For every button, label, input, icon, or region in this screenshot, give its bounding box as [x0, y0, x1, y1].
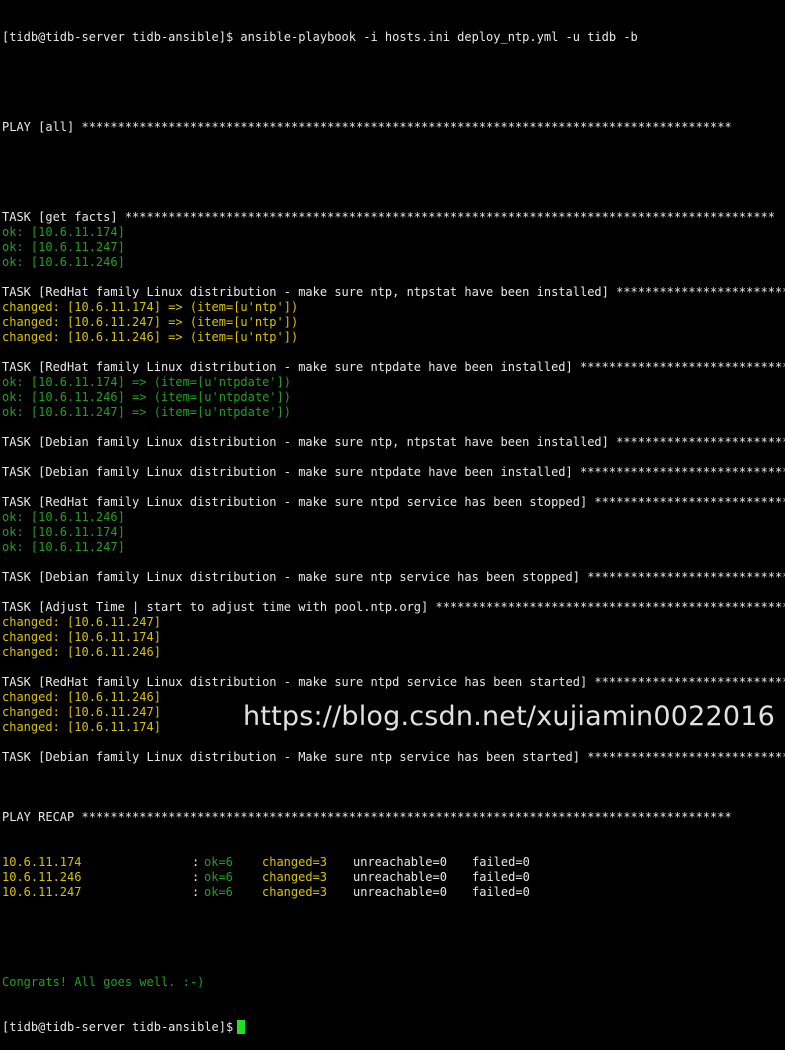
task-result-line: ok: [10.6.11.174] => (item=[u'ntpdate']): [2, 375, 291, 389]
terminal-output[interactable]: [tidb@tidb-server tidb-ansible]$ ansible…: [2, 0, 785, 1050]
recap-unreachable: unreachable=0: [353, 870, 447, 884]
task-result-line: changed: [10.6.11.246] => (item=[u'ntp']…: [2, 330, 299, 344]
task-header: TASK [RedHat family Linux distribution -…: [2, 495, 785, 509]
recap-unreachable: unreachable=0: [353, 855, 447, 869]
watermark: https://blog.csdn.net/xujiamin0022016: [242, 701, 775, 732]
recap-row: 10.6.11.174: ok=6 changed=3 unreachable=0 fa…: [2, 855, 785, 870]
recap-host: 10.6.11.174: [2, 855, 82, 869]
recap-ok: ok=6: [204, 870, 233, 884]
recap-sep: :: [192, 885, 200, 899]
task-header: TASK [Debian family Linux distribution -…: [2, 750, 785, 764]
task-result-line: ok: [10.6.11.174]: [2, 225, 125, 239]
task-header: TASK [get facts] ***********************…: [2, 210, 776, 224]
recap-row: 10.6.11.246: ok=6 changed=3 unreachable=0 fa…: [2, 870, 785, 885]
recap-sep: :: [192, 870, 200, 884]
recap-host: 10.6.11.246: [2, 870, 82, 884]
command-line: [tidb@tidb-server tidb-ansible]$ ansible…: [2, 30, 638, 44]
shell-prompt: [tidb@tidb-server tidb-ansible]$: [2, 1020, 234, 1034]
task-result-line: ok: [10.6.11.247]: [2, 240, 125, 254]
recap-sep: :: [192, 855, 200, 869]
recap-failed: failed=0: [472, 870, 530, 884]
task-header: TASK [RedHat family Linux distribution -…: [2, 360, 785, 374]
task-header: TASK [Adjust Time | start to adjust time…: [2, 600, 785, 614]
recap-host: 10.6.11.247: [2, 885, 82, 899]
play-header: PLAY [all] *****************************…: [2, 120, 732, 134]
task-result-line: ok: [10.6.11.247]: [2, 540, 125, 554]
task-header: TASK [Debian family Linux distribution -…: [2, 465, 785, 479]
task-header: TASK [RedHat family Linux distribution -…: [2, 285, 785, 299]
task-result-line: ok: [10.6.11.246]: [2, 510, 125, 524]
task-result-line: ok: [10.6.11.246]: [2, 255, 125, 269]
recap-header: PLAY RECAP *****************************…: [2, 810, 732, 824]
recap-changed: changed=3: [262, 855, 328, 869]
recap-ok: ok=6: [204, 885, 233, 899]
recap-row: 10.6.11.247: ok=6 changed=3 unreachable=0 fa…: [2, 885, 785, 900]
task-list: TASK [get facts] ***********************…: [2, 210, 785, 780]
recap-failed: failed=0: [472, 855, 530, 869]
prompt-line[interactable]: [tidb@tidb-server tidb-ansible]$: [2, 1020, 785, 1035]
congrats-message: Congrats! All goes well. :-): [2, 975, 205, 989]
task-result-line: changed: [10.6.11.246]: [2, 645, 161, 659]
task-result-line: ok: [10.6.11.247] => (item=[u'ntpdate']): [2, 405, 291, 419]
recap-unreachable: unreachable=0: [353, 885, 447, 899]
recap-ok: ok=6: [204, 855, 233, 869]
recap-changed: changed=3: [262, 885, 328, 899]
task-result-line: ok: [10.6.11.174]: [2, 525, 125, 539]
task-header: TASK [Debian family Linux distribution -…: [2, 570, 785, 584]
task-result-line: ok: [10.6.11.246] => (item=[u'ntpdate']): [2, 390, 291, 404]
recap-failed: failed=0: [472, 885, 530, 899]
task-result-line: changed: [10.6.11.174] => (item=[u'ntp']…: [2, 300, 299, 314]
task-header: TASK [Debian family Linux distribution -…: [2, 435, 785, 449]
task-result-line: changed: [10.6.11.247] => (item=[u'ntp']…: [2, 315, 299, 329]
task-result-line: changed: [10.6.11.174]: [2, 630, 161, 644]
text-cursor: [237, 1020, 246, 1034]
recap-table: 10.6.11.174: ok=6 changed=3 unreachable=0 fa…: [2, 855, 785, 900]
task-header: TASK [RedHat family Linux distribution -…: [2, 675, 785, 689]
recap-changed: changed=3: [262, 870, 328, 884]
task-result-line: changed: [10.6.11.247]: [2, 615, 161, 629]
